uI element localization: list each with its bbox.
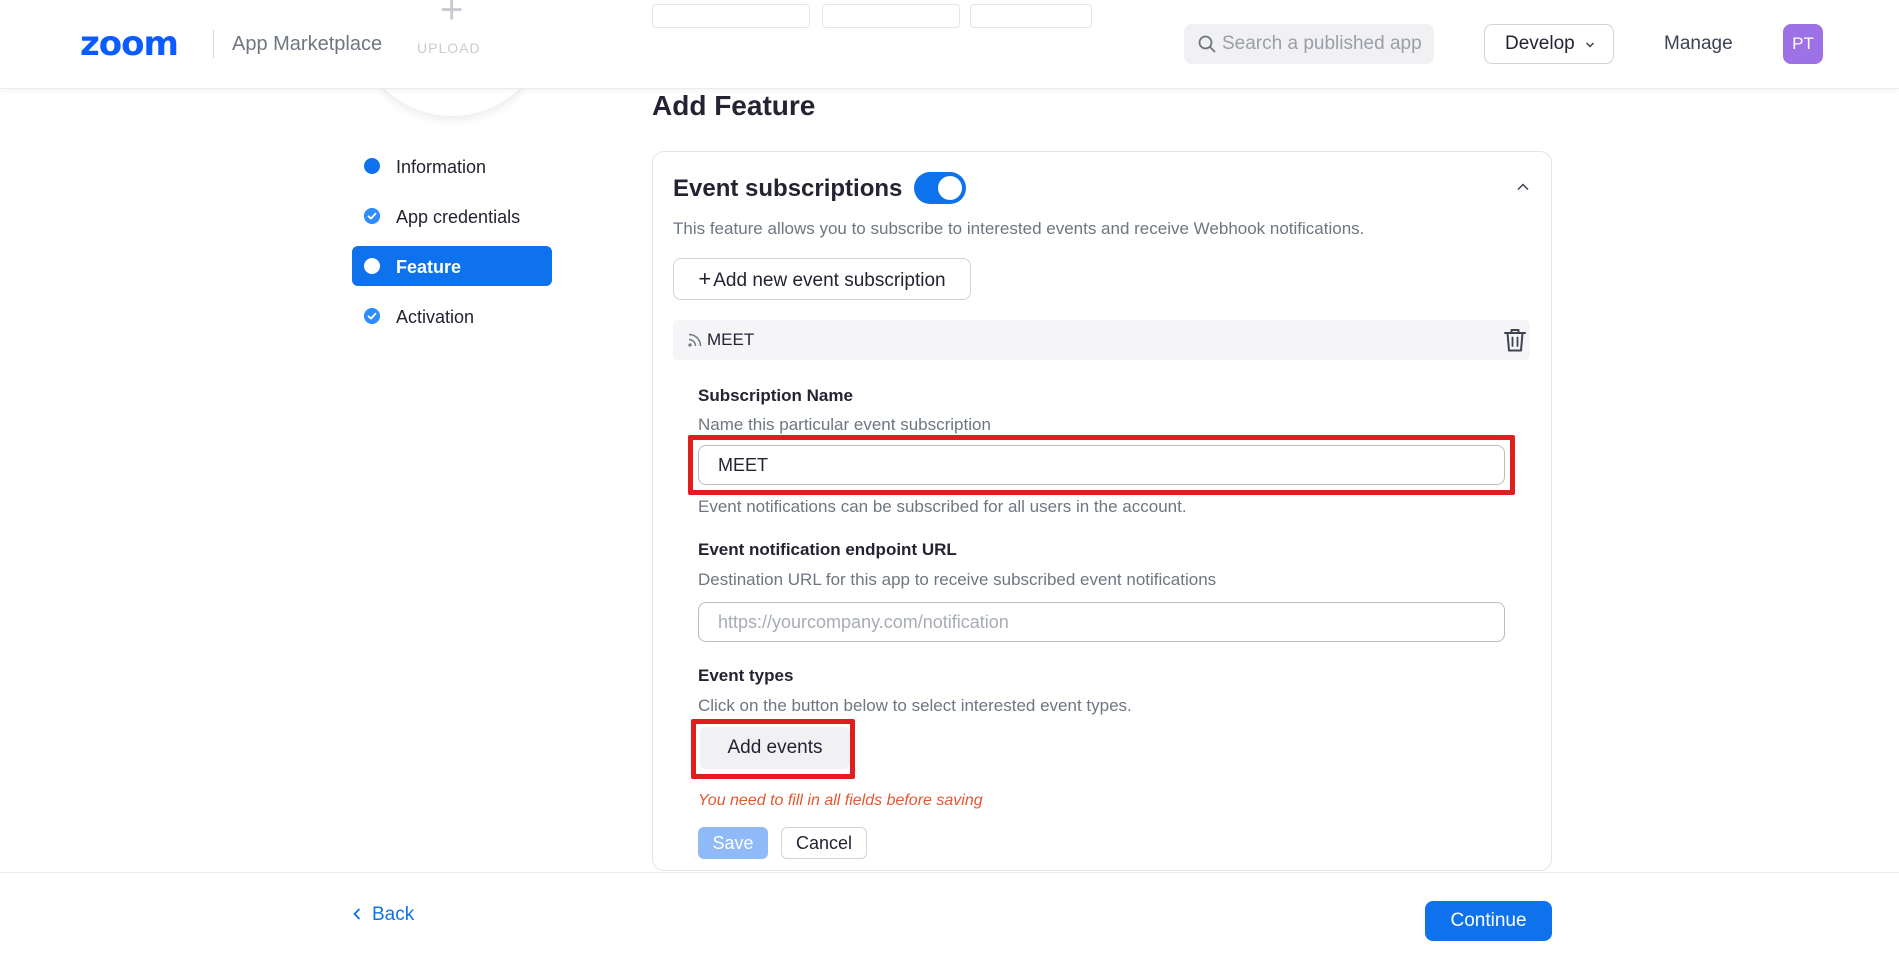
back-link[interactable]: Back: [352, 903, 414, 927]
add-events-button[interactable]: Add events: [700, 727, 850, 769]
footer-bar: Back Continue: [0, 872, 1899, 967]
faded-chip: [652, 4, 810, 28]
add-new-event-subscription-button[interactable]: + Add new event subscription: [673, 258, 971, 300]
search-icon: [1198, 35, 1216, 53]
check-icon: [364, 308, 380, 324]
manage-link[interactable]: Manage: [1664, 32, 1733, 56]
user-avatar[interactable]: PT: [1783, 24, 1823, 64]
subscription-name-hint: Name this particular event subscription: [698, 415, 991, 434]
step-label: Activation: [396, 307, 475, 327]
validation-error: You need to fill in all fields before sa…: [698, 792, 983, 809]
app-marketplace-title[interactable]: App Marketplace: [232, 31, 382, 57]
add-subscription-label: Add new event subscription: [713, 270, 946, 291]
endpoint-url-label: Event notification endpoint URL: [698, 540, 957, 559]
section-title: Event subscriptions: [673, 175, 903, 202]
event-types-label: Event types: [698, 666, 794, 685]
endpoint-url-hint: Destination URL for this app to receive …: [698, 570, 1217, 589]
event-types-hint: Click on the button below to select inte…: [698, 696, 1132, 715]
trash-icon[interactable]: [1502, 327, 1528, 353]
subscription-name-field-label: Subscription Name: [698, 386, 853, 405]
check-icon: [364, 208, 380, 224]
active-step-dot-icon: [364, 258, 380, 274]
endpoint-url-input[interactable]: [698, 602, 1505, 642]
develop-dropdown[interactable]: Develop: [1484, 24, 1614, 64]
step-label: Information: [396, 157, 487, 177]
faded-chip: [970, 4, 1092, 28]
toggle-knob: [938, 176, 962, 200]
scope-note: Event notifications can be subscribed fo…: [698, 497, 1187, 516]
subscription-name-label: MEET: [707, 330, 755, 349]
step-activation[interactable]: Activation: [352, 296, 552, 336]
zoom-logo[interactable]: zoom: [80, 24, 179, 64]
header-divider: [213, 30, 214, 58]
step-label: App credentials: [396, 207, 521, 227]
chevron-up-icon[interactable]: [1515, 179, 1531, 195]
search-input[interactable]: [1222, 24, 1427, 64]
develop-label: Develop: [1505, 33, 1575, 54]
cancel-button[interactable]: Cancel: [781, 827, 867, 859]
subscription-name-input[interactable]: [698, 445, 1505, 485]
plus-icon: +: [698, 266, 712, 291]
subscription-header-bar[interactable]: MEET: [673, 320, 1530, 360]
save-button[interactable]: Save: [698, 827, 768, 859]
chevron-left-icon: [353, 908, 361, 920]
step-feature[interactable]: Feature: [352, 246, 552, 286]
current-step-dot-icon: [364, 158, 380, 174]
upload-plus-icon: +: [440, 0, 464, 32]
section-description: This feature allows you to subscribe to …: [673, 219, 1365, 238]
rss-icon: [688, 333, 702, 347]
upload-label: UPLOAD: [417, 40, 481, 56]
step-label: Feature: [396, 257, 462, 277]
event-subscriptions-toggle[interactable]: [914, 172, 966, 204]
back-label: Back: [372, 904, 415, 925]
step-information[interactable]: Information: [352, 146, 552, 186]
page-title: Add Feature: [652, 90, 816, 121]
search-box[interactable]: [1184, 24, 1434, 64]
event-subscriptions-card: Event subscriptions This feature allows …: [652, 151, 1552, 871]
continue-button[interactable]: Continue: [1425, 901, 1552, 941]
faded-chip: [822, 4, 960, 28]
chevron-down-icon: [1585, 42, 1595, 48]
step-app-credentials[interactable]: App credentials: [352, 196, 552, 236]
